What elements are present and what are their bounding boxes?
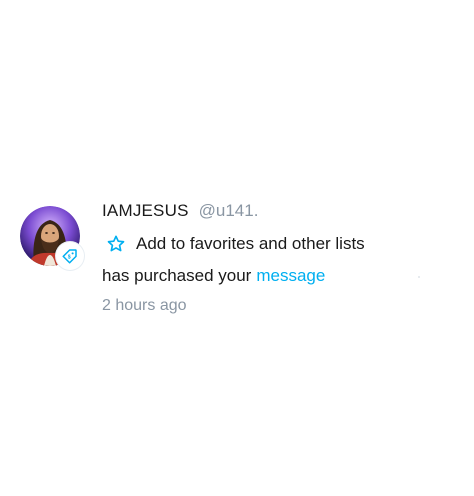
notification-page: $ IAMJESUS @u141. Add to favorites and o… xyxy=(0,0,474,496)
divider-dot xyxy=(418,276,420,278)
favorites-label[interactable]: Add to favorites and other lists xyxy=(136,234,365,254)
message-link[interactable]: message xyxy=(256,266,325,286)
display-name[interactable]: IAMJESUS xyxy=(102,201,189,221)
action-text: has purchased your xyxy=(102,266,252,285)
avatar-container[interactable]: $ xyxy=(20,206,84,270)
user-handle[interactable]: @u141. xyxy=(199,201,259,221)
star-outline-icon[interactable] xyxy=(106,234,126,254)
notification-header: IAMJESUS @u141. xyxy=(102,201,462,227)
timestamp: 2 hours ago xyxy=(102,297,187,314)
notification-content: IAMJESUS @u141. Add to favorites and oth… xyxy=(102,201,462,319)
svg-text:$: $ xyxy=(68,255,71,261)
price-tag-icon: $ xyxy=(62,249,77,264)
favorites-row[interactable]: Add to favorites and other lists xyxy=(102,229,462,259)
price-tag-badge: $ xyxy=(56,242,84,270)
notification-message: has purchased your message xyxy=(102,263,462,289)
